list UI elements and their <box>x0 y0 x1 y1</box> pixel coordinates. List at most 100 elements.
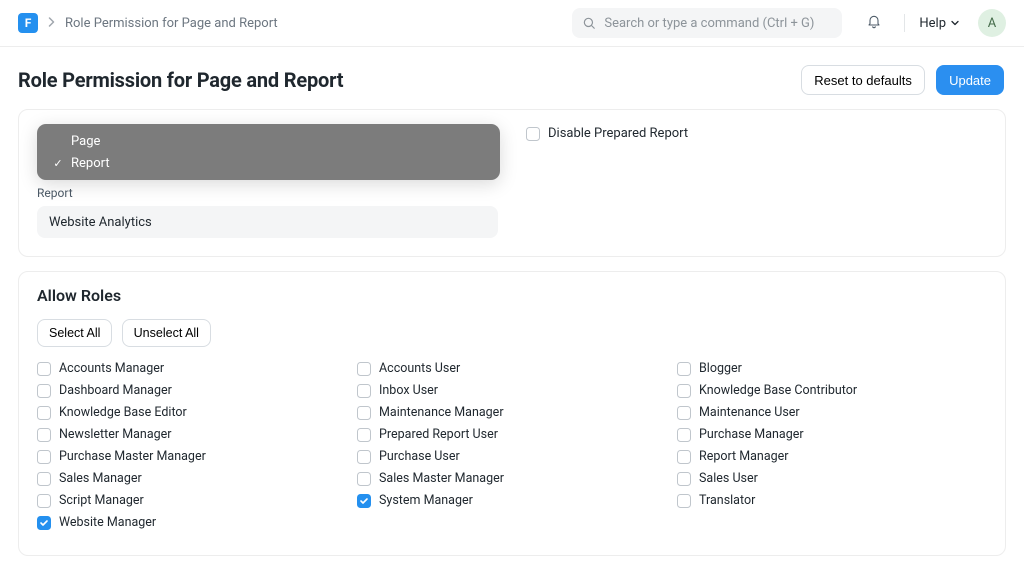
app-logo[interactable]: F <box>18 13 38 33</box>
role-checkbox[interactable]: Maintenance User <box>677 405 987 420</box>
role-checkbox[interactable]: Purchase Manager <box>677 427 987 442</box>
checkbox-label: Accounts Manager <box>59 361 164 376</box>
role-checkbox[interactable]: Blogger <box>677 361 987 376</box>
role-checkbox[interactable]: Accounts User <box>357 361 667 376</box>
roles-column: Accounts Manager Dashboard Manager Knowled… <box>37 359 347 537</box>
topbar: F Role Permission for Page and Report Se… <box>0 0 1024 47</box>
role-checkbox[interactable]: Newsletter Manager <box>37 427 347 442</box>
role-checkbox[interactable]: Prepared Report User <box>357 427 667 442</box>
help-label: Help <box>919 16 946 31</box>
help-menu[interactable]: Help <box>911 16 968 31</box>
roles-column: Accounts User Inbox User Maintenance Manag… <box>357 359 667 537</box>
dropdown-option-label: Page <box>71 134 100 149</box>
page-header: Role Permission for Page and Report Rese… <box>0 47 1024 109</box>
checkbox-label: Sales Manager <box>59 471 142 486</box>
checkbox-label: Maintenance Manager <box>379 405 504 420</box>
role-checkbox[interactable]: Translator <box>677 493 987 508</box>
avatar[interactable]: A <box>978 9 1006 37</box>
role-checkbox[interactable]: Maintenance Manager <box>357 405 667 420</box>
checkbox-icon <box>526 127 540 141</box>
dropdown-option-page[interactable]: Page <box>37 130 500 152</box>
checkbox-label: Knowledge Base Contributor <box>699 383 857 398</box>
checkbox-label: Purchase Master Manager <box>59 449 206 464</box>
checkbox-label: Dashboard Manager <box>59 383 172 398</box>
report-link-field[interactable]: Website Analytics <box>37 206 498 238</box>
checkbox-label: Report Manager <box>699 449 789 464</box>
search-placeholder: Search or type a command (Ctrl + G) <box>604 16 814 31</box>
select-all-button[interactable]: Select All <box>37 319 112 347</box>
checkbox-icon <box>677 472 691 486</box>
checkbox-label: Newsletter Manager <box>59 427 172 442</box>
role-checkbox[interactable]: Sales Master Manager <box>357 471 667 486</box>
role-checkbox[interactable]: Purchase User <box>357 449 667 464</box>
notifications-icon[interactable] <box>862 13 886 33</box>
checkbox-icon <box>677 406 691 420</box>
role-checkbox[interactable]: Accounts Manager <box>37 361 347 376</box>
roles-column: Blogger Knowledge Base Contributor Mainten… <box>677 359 987 537</box>
checkbox-label: Purchase User <box>379 449 460 464</box>
check-icon: ✓ <box>51 157 65 170</box>
checkbox-label: Inbox User <box>379 383 438 398</box>
unselect-all-button[interactable]: Unselect All <box>122 319 211 347</box>
checkbox-label: Blogger <box>699 361 742 376</box>
role-checkbox[interactable]: Dashboard Manager <box>37 383 347 398</box>
update-button[interactable]: Update <box>936 65 1004 95</box>
role-checkbox[interactable]: Website Manager <box>37 515 347 530</box>
checkbox-icon <box>677 450 691 464</box>
dropdown-option-label: Report <box>71 156 110 171</box>
checkbox-icon <box>37 516 51 530</box>
search-input[interactable]: Search or type a command (Ctrl + G) <box>572 8 842 38</box>
role-checkbox[interactable]: System Manager <box>357 493 667 508</box>
dropdown-option-report[interactable]: ✓ Report <box>37 152 500 174</box>
checkbox-icon <box>37 494 51 508</box>
page-title: Role Permission for Page and Report <box>18 68 343 92</box>
checkbox-icon <box>677 428 691 442</box>
disable-prepared-report-checkbox[interactable]: Disable Prepared Report <box>526 126 987 141</box>
checkbox-label: Translator <box>699 493 755 508</box>
checkbox-label: System Manager <box>379 493 473 508</box>
checkbox-label: Knowledge Base Editor <box>59 405 187 420</box>
role-checkbox[interactable]: Report Manager <box>677 449 987 464</box>
checkbox-icon <box>677 494 691 508</box>
set-role-for-dropdown[interactable]: Page ✓ Report <box>37 124 500 180</box>
checkbox-icon <box>37 450 51 464</box>
checkbox-icon <box>37 428 51 442</box>
role-checkbox[interactable]: Knowledge Base Editor <box>37 405 347 420</box>
form-card: Page ✓ Report Report Website Analytics D… <box>18 109 1006 257</box>
role-checkbox[interactable]: Inbox User <box>357 383 667 398</box>
checkbox-label: Website Manager <box>59 515 156 530</box>
checkbox-icon <box>357 428 371 442</box>
role-checkbox[interactable]: Knowledge Base Contributor <box>677 383 987 398</box>
role-checkbox[interactable]: Script Manager <box>37 493 347 508</box>
checkbox-label: Purchase Manager <box>699 427 804 442</box>
checkbox-label: Prepared Report User <box>379 427 498 442</box>
checkbox-icon <box>357 472 371 486</box>
role-checkbox[interactable]: Sales User <box>677 471 987 486</box>
report-field-label: Report <box>37 186 498 200</box>
separator <box>904 14 905 32</box>
report-field-value: Website Analytics <box>49 215 152 230</box>
checkbox-icon <box>357 384 371 398</box>
role-checkbox[interactable]: Purchase Master Manager <box>37 449 347 464</box>
checkbox-icon <box>357 362 371 376</box>
checkbox-icon <box>37 384 51 398</box>
checkbox-label: Accounts User <box>379 361 460 376</box>
checkbox-icon <box>357 450 371 464</box>
roles-grid: Accounts Manager Dashboard Manager Knowled… <box>37 359 987 537</box>
breadcrumb[interactable]: Role Permission for Page and Report <box>65 16 278 31</box>
reset-to-defaults-button[interactable]: Reset to defaults <box>801 65 925 95</box>
checkbox-icon <box>37 362 51 376</box>
checkbox-label: Sales User <box>699 471 758 486</box>
checkbox-label: Maintenance User <box>699 405 800 420</box>
section-title: Allow Roles <box>37 286 987 305</box>
checkbox-icon <box>37 406 51 420</box>
page-actions: Reset to defaults Update <box>793 65 1004 95</box>
chevron-down-icon <box>950 18 960 28</box>
checkbox-label: Script Manager <box>59 493 144 508</box>
role-checkbox[interactable]: Sales Manager <box>37 471 347 486</box>
check-icon <box>51 135 65 148</box>
allow-roles-card: Allow Roles Select All Unselect All Acco… <box>18 271 1006 556</box>
checkbox-icon <box>357 494 371 508</box>
checkbox-label: Disable Prepared Report <box>548 126 688 141</box>
checkbox-icon <box>37 472 51 486</box>
